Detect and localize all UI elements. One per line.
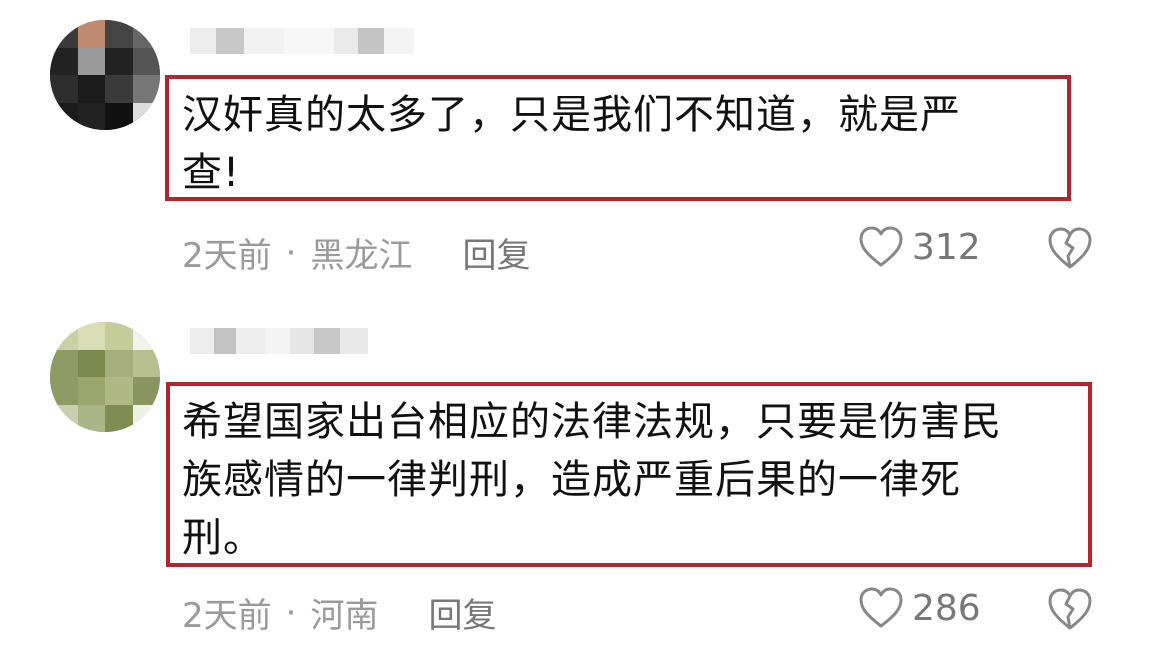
broken-heart-icon xyxy=(1048,588,1092,630)
username-blurred[interactable] xyxy=(190,328,368,354)
avatar[interactable] xyxy=(50,322,160,432)
reply-button[interactable]: 回复 xyxy=(462,228,530,277)
comment-location: 河南 xyxy=(310,596,379,636)
dislike-button[interactable] xyxy=(1046,586,1094,636)
like-count: 312 xyxy=(912,226,981,268)
comment-text: 希望国家出台相应的法律法规，只要是伤害民 族感情的一律判刑，造成严重后果的一律死… xyxy=(182,399,1002,561)
like-count: 286 xyxy=(912,587,981,629)
like-button[interactable]: 286 xyxy=(858,586,981,630)
reply-button[interactable]: 回复 xyxy=(428,588,496,637)
avatar[interactable] xyxy=(50,20,160,130)
comment-meta: 2天前 · 黑龙江 回复 xyxy=(182,228,530,277)
meta-separator: · xyxy=(285,232,297,273)
comment-location: 黑龙江 xyxy=(310,236,413,276)
dislike-button[interactable] xyxy=(1046,225,1094,275)
heart-outline-icon xyxy=(859,226,903,267)
comment-meta: 2天前 · 河南 回复 xyxy=(182,588,496,637)
heart-outline-icon xyxy=(859,587,903,628)
like-button[interactable]: 312 xyxy=(858,225,981,269)
comment-text: 汉奸真的太多了，只是我们不知道，就是严 查! xyxy=(182,92,961,196)
broken-heart-icon xyxy=(1048,227,1092,269)
meta-separator: · xyxy=(285,592,297,633)
comment-time: 2天前 xyxy=(182,596,272,636)
comment-item: 汉奸真的太多了，只是我们不知道，就是严 查! 2天前 · 黑龙江 回复 312 xyxy=(0,0,1152,290)
comment-time: 2天前 xyxy=(182,236,272,276)
username-blurred[interactable] xyxy=(190,28,414,54)
comment-item: 希望国家出台相应的法律法规，只要是伤害民 族感情的一律判刑，造成严重后果的一律死… xyxy=(0,300,1152,649)
